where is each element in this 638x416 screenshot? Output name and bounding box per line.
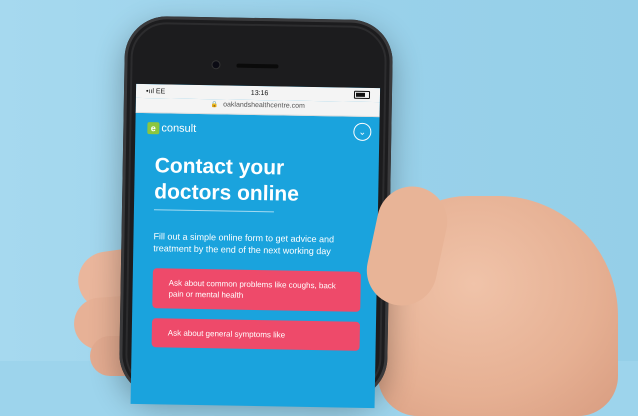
econsult-logo[interactable]: e consult [147,122,196,135]
speaker-grille [236,63,279,69]
logo-mark: e [147,122,160,135]
camera-icon [212,61,220,69]
headline-line-1: Contact your [154,154,285,180]
intro-text: Fill out a simple online form to get adv… [153,231,335,257]
phone-screen: •ııl EE 13:16 🔒 oaklandshealthcentre.com… [130,83,381,409]
chevron-down-icon[interactable]: ⌄ [353,122,372,142]
clock: 13:16 [250,89,269,97]
phone-device: •ııl EE 13:16 🔒 oaklandshealthcentre.com… [118,15,394,409]
lock-icon: 🔒 [210,102,219,109]
general-symptoms-button[interactable]: Ask about general symptoms like [151,318,361,351]
common-problems-button[interactable]: Ask about common problems like coughs, b… [152,268,361,312]
battery-icon [353,90,371,99]
carrier-signal: •ııl EE [145,87,166,95]
url-text: oaklandshealthcentre.com [223,101,305,110]
headline-line-2: doctors online [154,180,300,206]
page-title: Contact your doctors online [134,137,379,209]
logo-text: consult [161,122,197,135]
